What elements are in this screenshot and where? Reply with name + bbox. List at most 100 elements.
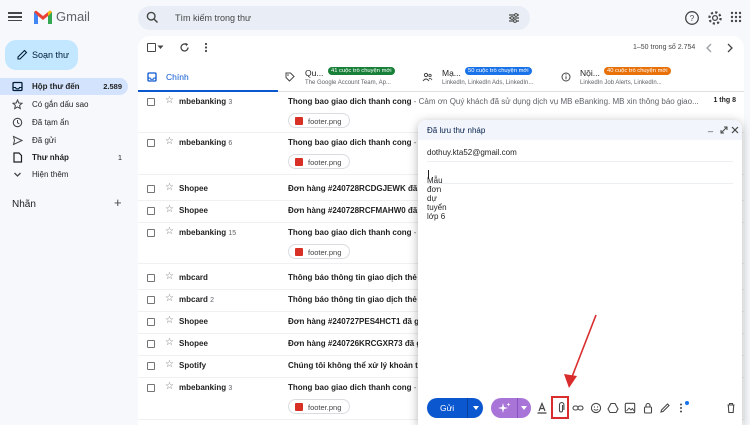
email-subject: Thong bao giao dich thanh cong - C — [288, 383, 424, 392]
sidebar-item-label: Hộp thư đến — [32, 82, 80, 91]
attachment-chip[interactable]: footer.png — [288, 113, 350, 128]
draft-icon — [13, 152, 23, 163]
chevron-down-icon — [14, 172, 21, 177]
more-options-icon[interactable] — [679, 402, 683, 414]
attachment-chip[interactable]: footer.png — [288, 244, 350, 259]
refresh-icon[interactable] — [179, 42, 190, 53]
email-sender: mbcard 2 — [179, 295, 215, 304]
tab-promotions[interactable]: Qu... 41 cuộc trò chuyện mới The Google … — [278, 62, 416, 92]
compose-header[interactable]: Đã lưu thư nháp _ — [418, 120, 742, 140]
compose-button[interactable]: Soạn thư — [5, 40, 78, 70]
apps-icon[interactable] — [730, 11, 742, 23]
subject-text: Mẫu đơn dự tuyển lớp 6 — [427, 170, 447, 221]
more-actions-icon[interactable] — [204, 42, 208, 53]
sidebar-item-drafts[interactable]: Thư nháp 1 — [0, 149, 128, 166]
prev-page-icon[interactable] — [705, 43, 713, 53]
email-subject: Thong bao giao dich thanh cong - C — [288, 138, 424, 147]
attachment-chip[interactable]: footer.png — [288, 154, 350, 169]
search-icon[interactable] — [146, 11, 159, 24]
tab-social[interactable]: Mạ... 50 cuộc trò chuyện mới LinkedIn, L… — [416, 62, 554, 92]
image-icon[interactable] — [624, 402, 636, 414]
image-file-icon — [295, 117, 303, 125]
star-icon[interactable]: ☆ — [165, 337, 174, 348]
send-options-icon[interactable] — [473, 406, 479, 410]
pagination-text: 1–50 trong số 2.754 — [633, 44, 696, 51]
expand-icon[interactable] — [720, 126, 728, 134]
filter-icon[interactable] — [508, 12, 520, 24]
star-icon[interactable]: ☆ — [165, 95, 174, 106]
row-checkbox[interactable] — [147, 340, 155, 348]
ai-compose-button[interactable] — [491, 398, 531, 418]
sidebar-item-snoozed[interactable]: Đã tạm ẩn — [0, 114, 128, 131]
star-icon[interactable]: ☆ — [165, 315, 174, 326]
tab-primary[interactable]: Chính — [138, 62, 278, 92]
row-checkbox[interactable] — [147, 185, 155, 193]
row-checkbox[interactable] — [147, 362, 155, 370]
attach-highlight-box — [551, 396, 569, 419]
star-icon[interactable]: ☆ — [165, 271, 174, 282]
minimize-icon[interactable]: _ — [708, 122, 713, 132]
recipient-email: dothuy.kta52@gmail.com — [427, 148, 517, 157]
recipient-field[interactable]: dothuy.kta52@gmail.com — [427, 142, 733, 162]
send-button[interactable]: Gửi — [427, 398, 483, 418]
select-dropdown-icon[interactable] — [157, 45, 164, 50]
annotation-arrow — [564, 314, 597, 388]
row-checkbox[interactable] — [147, 274, 155, 282]
star-icon[interactable]: ☆ — [165, 204, 174, 215]
top-header: Gmail Tìm kiếm trong thư ? — [0, 0, 750, 36]
star-icon[interactable]: ☆ — [165, 136, 174, 147]
star-icon[interactable]: ☆ — [165, 293, 174, 304]
sidebar-item-more[interactable]: Hiện thêm — [0, 166, 128, 183]
ai-options-icon[interactable] — [521, 406, 527, 410]
tab-updates[interactable]: Nội... 40 cuộc trò chuyện mới LinkedIn J… — [554, 62, 694, 92]
pencil-icon — [17, 49, 28, 60]
star-icon[interactable]: ☆ — [165, 226, 174, 237]
attachment-chip[interactable]: footer.png — [288, 399, 350, 414]
emoji-icon[interactable] — [590, 402, 602, 414]
help-icon[interactable]: ? — [684, 10, 700, 26]
select-all-checkbox[interactable] — [147, 43, 156, 52]
lock-icon[interactable] — [642, 402, 654, 414]
email-subject: Đơn hàng #240726KRCGXR73 đã g — [288, 339, 422, 348]
drive-icon[interactable] — [607, 402, 619, 414]
close-icon[interactable] — [731, 126, 739, 134]
email-subject: Đơn hàng #240727PES4HCT1 đã gi — [288, 317, 422, 326]
next-page-icon[interactable] — [726, 43, 734, 53]
sparkle-icon — [498, 402, 511, 413]
email-sender: mbebanking 3 — [179, 97, 233, 106]
row-checkbox[interactable] — [147, 384, 155, 392]
send-icon — [12, 135, 23, 146]
signature-icon[interactable] — [659, 402, 671, 414]
sidebar-item-starred[interactable]: Có gắn dấu sao — [0, 96, 128, 113]
gmail-logo[interactable] — [33, 9, 53, 25]
star-icon[interactable]: ☆ — [165, 182, 174, 193]
email-sender: Shopee — [179, 206, 208, 215]
search-input[interactable]: Tìm kiếm trong thư — [175, 13, 251, 23]
sidebar-item-sent[interactable]: Đã gửi — [0, 132, 128, 149]
email-sender: Shopee — [179, 339, 208, 348]
subject-field[interactable]: Mẫu đơn dự tuyển lớp 6 — [427, 164, 733, 221]
email-subject: Thông báo thông tin giao dịch thẻ - — [288, 273, 422, 282]
row-checkbox[interactable] — [147, 229, 155, 237]
row-checkbox[interactable] — [147, 139, 155, 147]
labels-heading: Nhãn — [12, 199, 36, 210]
star-icon[interactable]: ☆ — [165, 381, 174, 392]
email-sender: Shopee — [179, 184, 208, 193]
sidebar-item-label: Đã gửi — [32, 136, 57, 145]
row-checkbox[interactable] — [147, 207, 155, 215]
star-icon[interactable]: ☆ — [165, 359, 174, 370]
sidebar-item-inbox[interactable]: Hộp thư đến 2.589 — [0, 78, 128, 95]
settings-icon[interactable] — [707, 10, 723, 26]
add-label-button[interactable]: + — [114, 195, 122, 210]
menu-icon[interactable] — [8, 10, 22, 24]
email-sender: mbebanking 3 — [179, 383, 233, 392]
tag-icon — [285, 72, 295, 82]
email-sender: mbebanking 15 — [179, 228, 237, 237]
link-icon[interactable] — [572, 402, 584, 414]
row-checkbox[interactable] — [147, 318, 155, 326]
text-format-icon[interactable] — [536, 402, 548, 414]
row-checkbox[interactable] — [147, 296, 155, 304]
search-bar[interactable]: Tìm kiếm trong thư — [138, 6, 530, 30]
row-checkbox[interactable] — [147, 98, 155, 106]
delete-icon[interactable] — [725, 402, 737, 414]
